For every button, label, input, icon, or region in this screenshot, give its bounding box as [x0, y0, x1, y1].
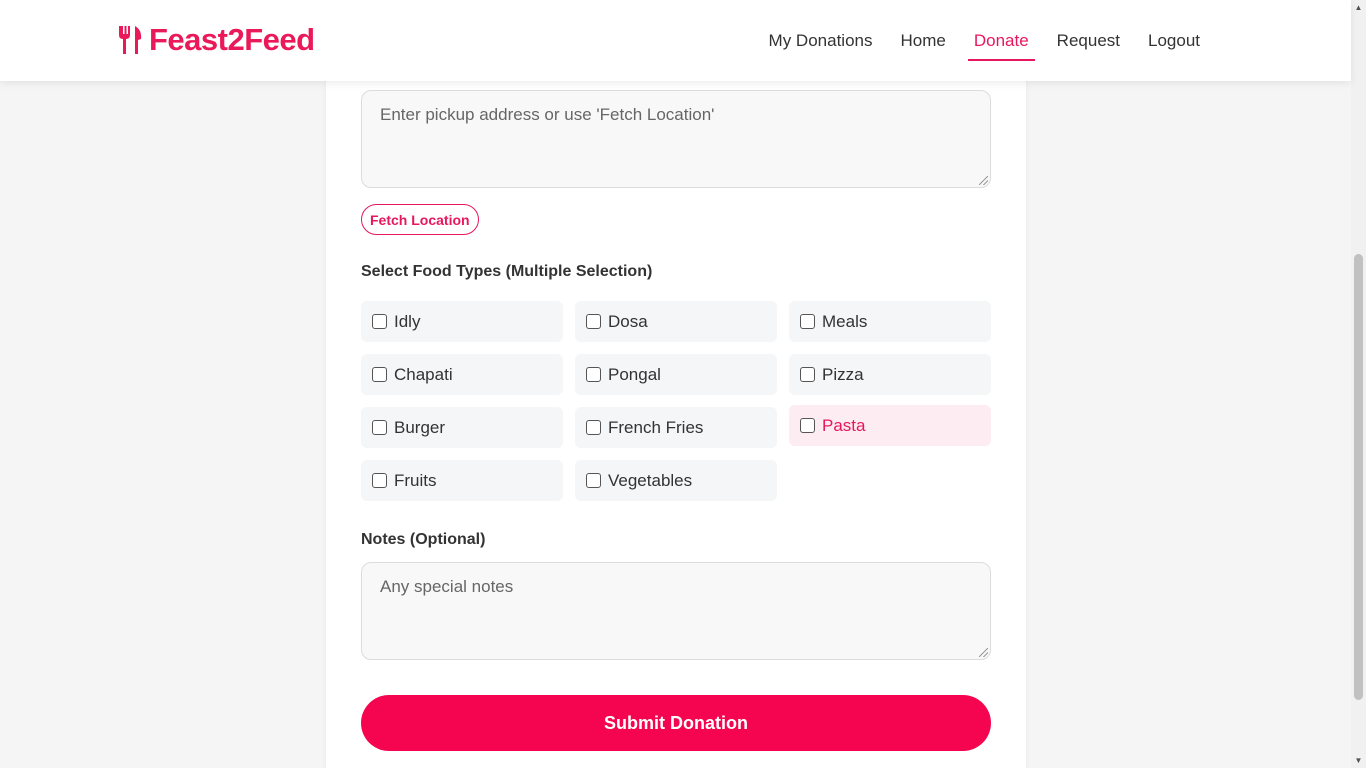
food-option-pasta[interactable]: Pasta — [789, 405, 991, 446]
food-label: Chapati — [394, 364, 453, 384]
food-option-pizza[interactable]: Pizza — [789, 354, 991, 395]
food-types-grid: Idly Dosa Meals Chapati Pongal Pizza Bur… — [361, 301, 991, 501]
pickup-address-placeholder: Enter pickup address or use 'Fetch Locat… — [380, 105, 715, 124]
scroll-up-arrow-icon[interactable]: ▲ — [1351, 0, 1366, 15]
checkbox-chapati[interactable] — [372, 367, 387, 382]
notes-label: Notes (Optional) — [361, 531, 486, 548]
pickup-address-textarea[interactable]: Enter pickup address or use 'Fetch Locat… — [361, 90, 991, 188]
nav-my-donations[interactable]: My Donations — [755, 0, 887, 81]
resize-grip-icon[interactable] — [979, 176, 988, 185]
notes-textarea[interactable]: Any special notes — [361, 562, 991, 660]
checkbox-burger[interactable] — [372, 420, 387, 435]
food-option-idly[interactable]: Idly — [361, 301, 563, 342]
checkbox-fruits[interactable] — [372, 473, 387, 488]
food-option-fruits[interactable]: Fruits — [361, 460, 563, 501]
submit-donation-button[interactable]: Submit Donation — [361, 695, 991, 751]
food-option-burger[interactable]: Burger — [361, 407, 563, 448]
food-label: Pasta — [822, 415, 866, 435]
food-option-vegetables[interactable]: Vegetables — [575, 460, 777, 501]
top-navbar: Feast2Feed My Donations Home Donate Requ… — [0, 0, 1351, 81]
checkbox-idly[interactable] — [372, 314, 387, 329]
food-option-french-fries[interactable]: French Fries — [575, 407, 777, 448]
food-label: Pizza — [822, 364, 864, 384]
food-label: Fruits — [394, 470, 437, 490]
food-label: Burger — [394, 417, 446, 437]
food-option-pongal[interactable]: Pongal — [575, 354, 777, 395]
food-label: Dosa — [608, 311, 648, 331]
notes-placeholder: Any special notes — [380, 577, 514, 596]
food-option-dosa[interactable]: Dosa — [575, 301, 777, 342]
main-nav: My Donations Home Donate Request Logout — [755, 0, 1214, 81]
donation-form-card: Enter pickup address or use 'Fetch Locat… — [326, 60, 1026, 768]
food-label: Meals — [822, 311, 868, 331]
checkbox-pasta[interactable] — [800, 418, 815, 433]
nav-home[interactable]: Home — [886, 0, 959, 81]
page-scrollbar[interactable]: ▲ ▼ — [1351, 0, 1366, 768]
brand-logo[interactable]: Feast2Feed — [117, 22, 315, 58]
checkbox-french-fries[interactable] — [586, 420, 601, 435]
nav-donate[interactable]: Donate — [960, 0, 1043, 81]
checkbox-pongal[interactable] — [586, 367, 601, 382]
checkbox-meals[interactable] — [800, 314, 815, 329]
food-label: Vegetables — [608, 470, 693, 490]
brand-name: Feast2Feed — [149, 22, 315, 57]
scrollbar-thumb[interactable] — [1354, 254, 1363, 700]
food-label: Pongal — [608, 364, 661, 384]
food-types-label: Select Food Types (Multiple Selection) — [361, 263, 653, 280]
nav-request[interactable]: Request — [1043, 0, 1134, 81]
fetch-location-button[interactable]: Fetch Location — [361, 204, 479, 235]
fork-knife-icon — [119, 26, 142, 54]
scroll-down-arrow-icon[interactable]: ▼ — [1351, 753, 1366, 768]
nav-logout[interactable]: Logout — [1134, 0, 1214, 81]
food-label: Idly — [394, 311, 421, 331]
food-label: French Fries — [608, 417, 704, 437]
checkbox-vegetables[interactable] — [586, 473, 601, 488]
food-option-meals[interactable]: Meals — [789, 301, 991, 342]
food-option-chapati[interactable]: Chapati — [361, 354, 563, 395]
checkbox-dosa[interactable] — [586, 314, 601, 329]
resize-grip-icon[interactable] — [979, 648, 988, 657]
checkbox-pizza[interactable] — [800, 367, 815, 382]
